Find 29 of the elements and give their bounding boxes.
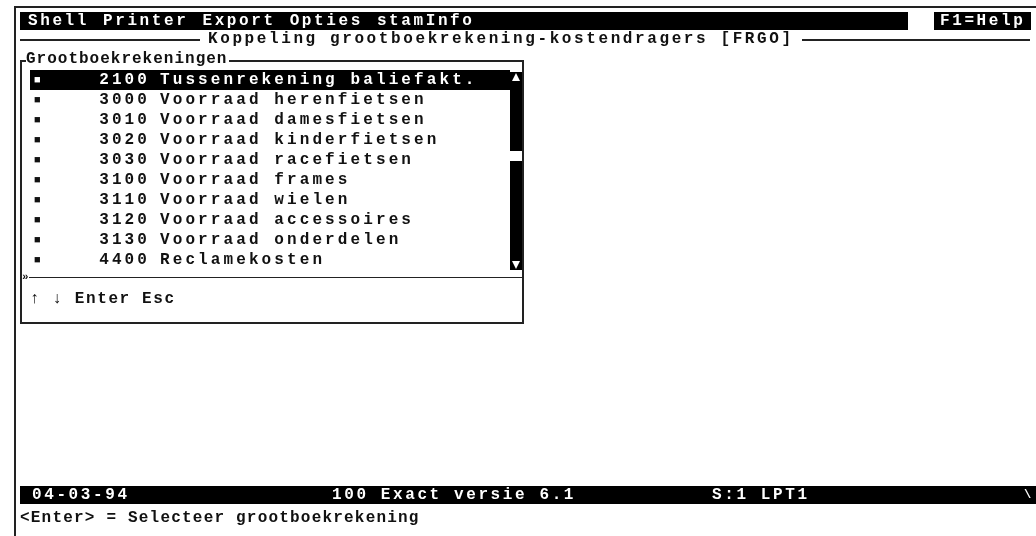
more-marker: » <box>22 272 29 282</box>
screen-title: Koppeling grootboekrekening-kostendragers [FRGO] <box>207 30 795 48</box>
list-item[interactable]: ■ 3010 Voorraad damesfietsen <box>30 110 510 130</box>
status-mark: \ <box>1024 487 1033 504</box>
scroll-up-icon[interactable] <box>511 72 521 82</box>
scrollbar[interactable] <box>510 72 522 270</box>
list-item[interactable]: ■ 4400 Reclamekosten <box>30 250 510 270</box>
key-hints: ↑ ↓ Enter Esc <box>30 290 177 308</box>
list-title: Grootboekrekeningen <box>26 51 230 67</box>
list-item[interactable]: ■ 3130 Voorraad onderdelen <box>30 230 510 250</box>
status-port: S:1 LPT1 <box>712 486 811 504</box>
menu-item[interactable]: Shell <box>28 12 89 30</box>
list-item[interactable]: ■ 3110 Voorraad wielen <box>30 190 510 210</box>
list-item[interactable]: ■ 3000 Voorraad herenfietsen <box>30 90 510 110</box>
list-item[interactable]: ■ 3100 Voorraad frames <box>30 170 510 190</box>
status-version: 100 Exact versie 6.1 <box>332 486 578 504</box>
scroll-down-icon[interactable] <box>511 260 521 270</box>
list-item[interactable]: ■ 3030 Voorraad racefietsen <box>30 150 510 170</box>
menu-item[interactable]: Printer <box>103 12 189 30</box>
menu-item[interactable]: stamInfo <box>376 12 475 30</box>
help-key[interactable]: F1=Help <box>932 12 1032 30</box>
menu-item[interactable]: Opties <box>289 12 363 30</box>
hint-text: <Enter> = Selecteer grootboekrekening <box>20 508 421 528</box>
status-date: 04-03-94 <box>32 486 131 504</box>
list-item[interactable]: ■ 2100 Tussenrekening baliefakt. <box>30 70 510 90</box>
scroll-thumb[interactable] <box>510 151 522 161</box>
list-item[interactable]: ■ 3120 Voorraad accessoires <box>30 210 510 230</box>
menu-item[interactable]: Export <box>202 12 276 30</box>
list-item[interactable]: ■ 3020 Voorraad kinderfietsen <box>30 130 510 150</box>
